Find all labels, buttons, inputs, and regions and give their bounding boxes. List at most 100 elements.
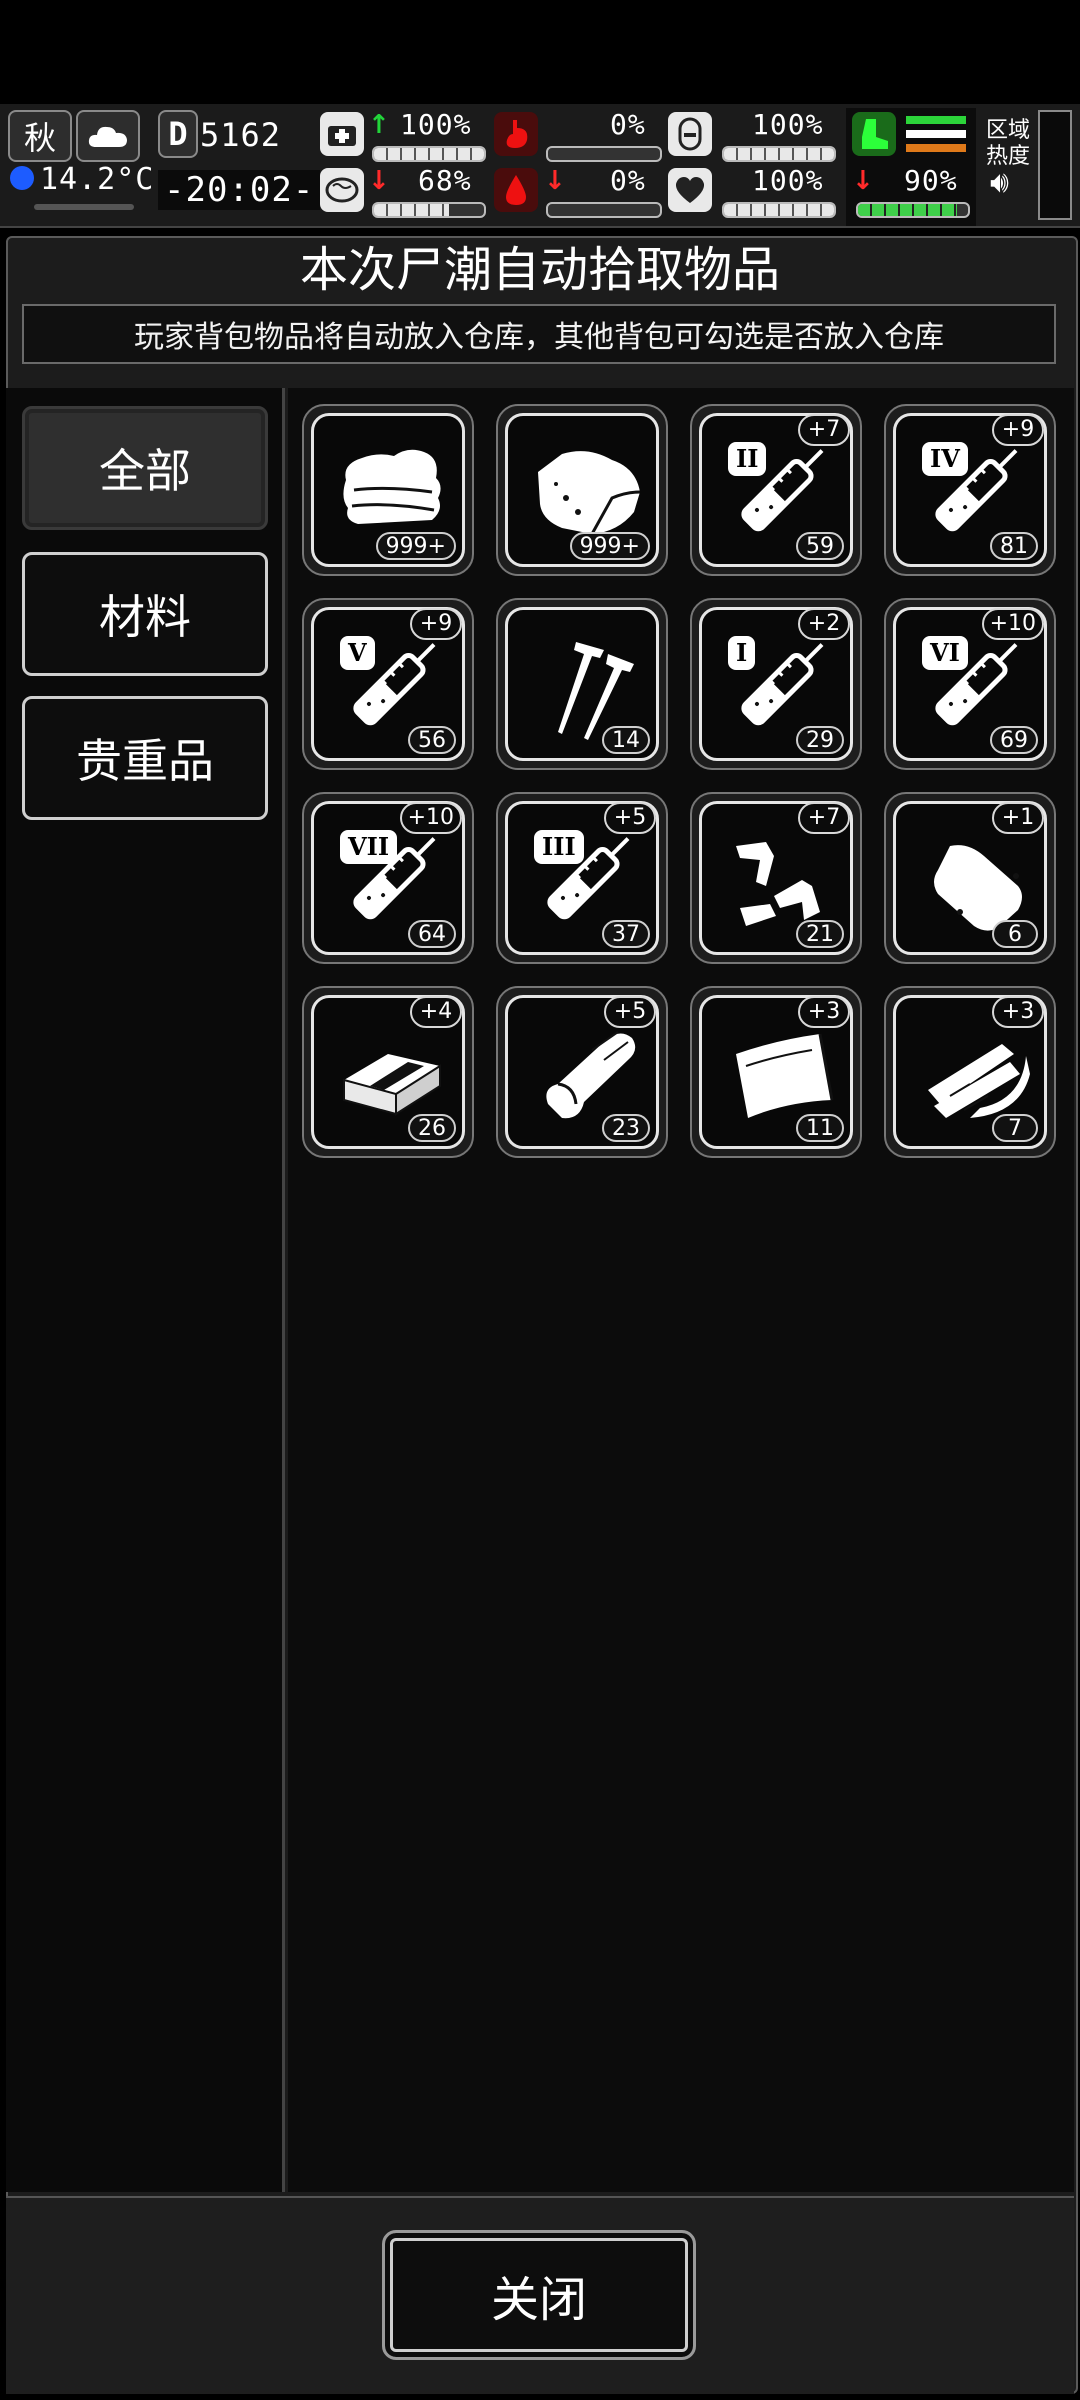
temperature-track [34,204,134,210]
item-count: 14 [602,726,650,754]
tier-badge: V [340,636,375,670]
region-heat-label: 区域 热度 [986,118,1031,169]
bonus-badge: +3 [798,996,850,1028]
item-slot[interactable]: V +9 56 [302,598,474,770]
region-heat-meter [1038,110,1072,220]
item-slot[interactable]: I +2 29 [690,598,862,770]
tier-badge: II [728,442,767,476]
heart-icon [668,168,712,212]
item-slot[interactable]: 14 [496,598,668,770]
stat-energy-bar [722,146,836,162]
item-count: 64 [408,920,456,948]
thermometer-icon [10,166,34,190]
stat-mood-value: 100% [752,164,824,197]
close-button-label: 关闭 [490,2272,587,2328]
stamina-stripe-orange [906,144,966,152]
close-button[interactable]: 关闭 [382,2230,696,2360]
stat-health-value: 100% [400,108,472,141]
item-slot[interactable]: VII +10 64 [302,792,474,964]
energy-icon [668,112,712,156]
status-bar-area [0,0,1080,104]
item-count: 37 [602,920,650,948]
item-slot[interactable]: 999+ [496,404,668,576]
tab-materials-label: 材料 [99,590,191,644]
item-slot[interactable]: II +7 59 [690,404,862,576]
item-count: 21 [796,920,844,948]
tab-all[interactable]: 全部 [22,406,268,530]
item-count: 59 [796,532,844,560]
stat-sanity-bar [372,202,486,218]
tab-valuables[interactable]: 贵重品 [22,696,268,820]
tier-badge: I [728,636,756,670]
stat-stamina-value: 90% [904,164,958,197]
bonus-badge: +9 [410,608,462,640]
stat-health-bar [372,146,486,162]
trend-up-icon: ↑ [368,110,390,140]
tier-badge: IV [922,442,968,476]
brain-icon [320,168,364,212]
bonus-badge: +5 [604,802,656,834]
bonus-badge: +7 [798,414,850,446]
day-badge: D [158,110,198,158]
item-slot[interactable]: III +5 37 [496,792,668,964]
item-slot[interactable]: +4 26 [302,986,474,1158]
category-sidebar: 全部 材料 贵重品 [6,388,285,2192]
item-count: 56 [408,726,456,754]
stat-hunger-value: 0% [610,108,646,141]
health-kit-icon [320,112,364,156]
stat-stamina-bar [856,202,970,218]
stomach-icon [494,112,538,156]
stat-hunger-bar [546,146,662,162]
blood-drop-icon [494,168,538,212]
item-slot[interactable]: IV +9 81 [884,404,1056,576]
day-counter: 5162 [200,116,282,154]
stat-thirst-bar [546,202,662,218]
tier-badge: III [534,830,584,864]
item-slot[interactable]: VI +10 69 [884,598,1056,770]
bonus-badge: +10 [981,608,1044,640]
subtitle-text: 玩家背包物品将自动放入仓库，其他背包可勾选是否放入仓库 [134,320,944,355]
item-count: 11 [796,1114,844,1142]
bonus-badge: +7 [798,802,850,834]
trend-down-icon: ↓ [544,166,566,196]
temperature-readout: 14.2°C [40,162,155,197]
tier-badge: VII [340,830,398,864]
trend-down-icon: ↓ [368,166,390,196]
weather-cloud-icon [76,110,140,162]
item-count: 7 [992,1114,1038,1142]
clock: -20:02- [158,170,321,210]
item-count: 23 [602,1114,650,1142]
page-title: 本次尸潮自动拾取物品 [299,242,780,298]
item-slot[interactable]: +5 23 [496,986,668,1158]
hud-bar: 秋 14.2°C D 5162 -20:02- ↑ 100% 0% 100% ↓… [0,104,1080,228]
stat-mood-bar [722,202,836,218]
stat-thirst-value: 0% [610,164,646,197]
item-count: 26 [408,1114,456,1142]
item-slot[interactable]: +1 6 [884,792,1056,964]
item-count: 81 [990,532,1038,560]
tab-valuables-label: 贵重品 [76,734,214,788]
item-slot[interactable]: 999+ [302,404,474,576]
bonus-badge: +2 [798,608,850,640]
speaker-icon[interactable]: 🔊︎ [990,168,1009,198]
panel-subtitle: 玩家背包物品将自动放入仓库，其他背包可勾选是否放入仓库 [22,304,1056,364]
bonus-badge: +3 [992,996,1044,1028]
stamina-stripe-green [906,116,966,124]
item-count: 999+ [375,532,456,560]
stamina-stripe-white [906,130,966,138]
item-slot[interactable]: +7 21 [690,792,862,964]
item-count: 999+ [569,532,650,560]
bonus-badge: +4 [410,996,462,1028]
bonus-badge: +5 [604,996,656,1028]
tab-materials[interactable]: 材料 [22,552,268,676]
bonus-badge: +1 [992,802,1044,834]
trend-down-icon: ↓ [852,166,874,196]
item-slot[interactable]: +3 7 [884,986,1056,1158]
season-label: 秋 [23,119,56,157]
item-grid: 999+ 999+ II +7 59 IV +9 81 V +9 56 14 I +2 29 VI +10 69 V… [288,388,1074,2192]
stat-sanity-value: 68% [418,164,472,197]
item-slot[interactable]: +3 11 [690,986,862,1158]
item-count: 6 [992,920,1038,948]
bonus-badge: +10 [399,802,462,834]
item-count: 29 [796,726,844,754]
